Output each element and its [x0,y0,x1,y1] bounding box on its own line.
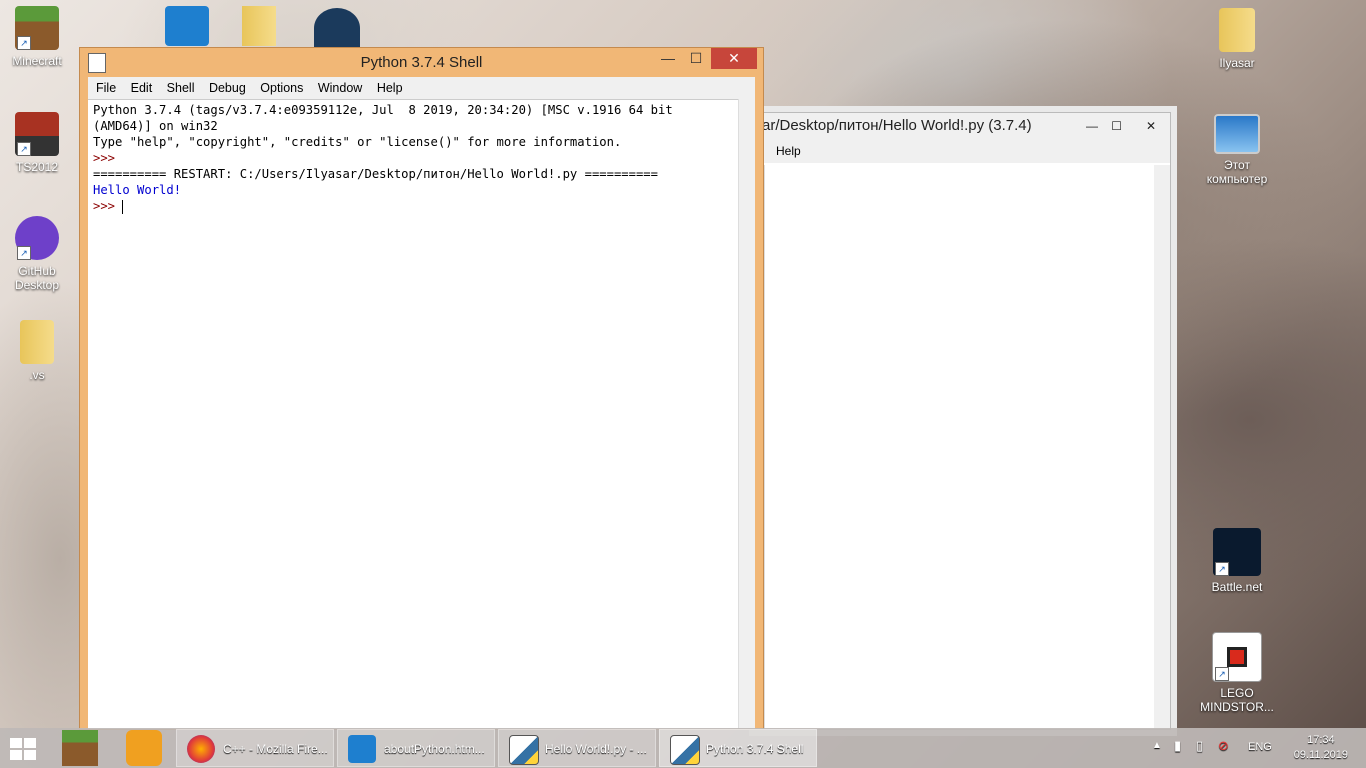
maximize-button[interactable]: ☐ [681,48,711,69]
menu-window[interactable]: Window [318,81,362,95]
menu-debug[interactable]: Debug [209,81,246,95]
minimize-button[interactable]: — [653,48,683,69]
minimize-button[interactable]: — [1086,113,1098,139]
shell-scrollbar[interactable] [738,99,755,729]
shell-prompt: >>> [93,151,123,165]
python-idle-icon [670,735,700,765]
editor-text-area[interactable] [764,165,1154,729]
menu-edit[interactable]: Edit [131,81,153,95]
windows-logo-icon [10,738,22,748]
system-tray: ▲ ▮ ▯ ⊘ ENG 17:34 09.11.2019 [1136,728,1366,768]
taskbar-item-label: Python 3.7.4 Shell [706,742,804,756]
minecraft-pinned-icon[interactable] [62,730,98,766]
taskbar-item-vscode[interactable]: aboutPython.htm... [337,729,495,767]
firefox-icon [187,735,215,763]
shell-output: Hello World! [93,183,182,197]
computer-icon [1214,114,1260,154]
editor-titlebar[interactable]: ar/Desktop/питон/Hello World!.py (3.7.4)… [756,113,1170,139]
python-idle-icon [509,735,539,765]
menu-options[interactable]: Options [260,81,303,95]
clock[interactable]: 17:34 09.11.2019 [1294,733,1348,763]
lego-icon: ↗ [1212,632,1262,682]
shell-line-help: Type "help", "copyright", "credits" or "… [93,135,622,149]
desktop-icon-label: Battle.net [1211,580,1263,594]
shell-line-restart: ========== RESTART: C:/Users/Ilyasar/Des… [93,167,658,181]
desktop-icon-label: Этот компьютер [1206,158,1268,186]
editor-menubar: Help [756,139,1170,163]
start-button[interactable] [10,738,38,762]
store-pinned-icon[interactable] [126,730,162,766]
battlenet-icon: ↗ [1213,528,1261,576]
clock-date: 09.11.2019 [1293,749,1348,761]
desktop-icon-label: TS2012 [15,160,59,174]
github-icon: ↗ [15,216,59,260]
python-shell-window[interactable]: Python 3.7.4 Shell — ☐ ✕ File Edit Shell… [79,47,764,730]
taskbar-item-firefox[interactable]: C++ - Mozilla Fire... [176,729,334,767]
editor-title: ar/Desktop/питон/Hello World!.py (3.7.4) [762,117,1032,134]
steam-desktop-icon[interactable] [314,8,360,48]
desktop-icon-label: GitHub Desktop [14,264,60,292]
desktop-icon-label: .vs [29,368,45,382]
text-cursor [122,199,124,214]
desktop-icon-this-pc[interactable]: Этот компьютер [1200,114,1274,186]
taskbar-item-label: Hello World!.py - ... [545,742,647,756]
taskbar-item-hello-world-editor[interactable]: Hello World!.py - ... [498,729,656,767]
folder-desktop-icon[interactable] [242,6,276,46]
desktop-icon-github-desktop[interactable]: ↗ GitHub Desktop [0,216,74,292]
power-icon[interactable]: ▯ [1196,738,1203,754]
train-icon: ↗ [15,112,59,156]
taskbar-item-label: aboutPython.htm... [384,742,485,756]
editor-window[interactable]: ar/Desktop/питон/Hello World!.py (3.7.4)… [755,112,1171,730]
windows-logo-pane [10,750,22,760]
desktop-icon-minecraft[interactable]: ↗ Minecraft [0,6,74,68]
user-folder-icon [1219,8,1255,52]
clock-time: 17:34 [1307,734,1335,746]
network-icon[interactable]: ▮ [1174,738,1181,754]
close-button[interactable]: ✕ [711,48,757,69]
windows-logo-pane [24,738,36,748]
vscode-icon [348,735,376,763]
desktop-icon-label: Ilyasar [1219,56,1255,70]
desktop-icon-label: LEGO MINDSTOR... [1200,686,1274,714]
menu-help[interactable]: Help [776,144,801,158]
windows-logo-pane [24,750,36,760]
desktop-icon-ts2012[interactable]: ↗ TS2012 [0,112,74,174]
desktop-icon-lego-mindstorms[interactable]: ↗ LEGO MINDSTOR... [1200,632,1274,714]
editor-scrollbar[interactable] [1154,165,1170,729]
desktop-icon-ilyasar[interactable]: Ilyasar [1200,8,1274,70]
taskbar: C++ - Mozilla Fire... aboutPython.htm...… [0,728,1366,768]
shell-line-platform: (AMD64)] on win32 [93,119,218,133]
show-hidden-icons-icon[interactable]: ▲ [1152,740,1162,751]
shell-text-area[interactable]: Python 3.7.4 (tags/v3.7.4:e09359112e, Ju… [88,99,739,729]
volume-muted-icon[interactable]: ⊘ [1218,738,1229,754]
vscode-desktop-icon[interactable] [165,6,209,46]
folder-icon [20,320,54,364]
shell-titlebar[interactable]: Python 3.7.4 Shell — ☐ ✕ [80,48,763,76]
shell-line-version: Python 3.7.4 (tags/v3.7.4:e09359112e, Ju… [93,103,673,117]
shell-menubar: File Edit Shell Debug Options Window Hel… [88,77,755,99]
desktop-icon-vs-folder[interactable]: .vs [0,320,74,382]
close-button[interactable]: ✕ [1146,113,1156,139]
taskbar-item-python-shell[interactable]: Python 3.7.4 Shell [659,729,817,767]
menu-help[interactable]: Help [377,81,403,95]
language-indicator[interactable]: ENG [1248,741,1272,753]
shell-prompt-active: >>> [93,199,123,213]
minecraft-icon: ↗ [15,6,59,50]
desktop-icon-label: Minecraft [12,54,62,68]
menu-file[interactable]: File [96,81,116,95]
maximize-button[interactable]: ☐ [1111,113,1122,139]
taskbar-item-label: C++ - Mozilla Fire... [223,742,328,756]
desktop-icon-battlenet[interactable]: ↗ Battle.net [1200,528,1274,594]
menu-shell[interactable]: Shell [167,81,195,95]
